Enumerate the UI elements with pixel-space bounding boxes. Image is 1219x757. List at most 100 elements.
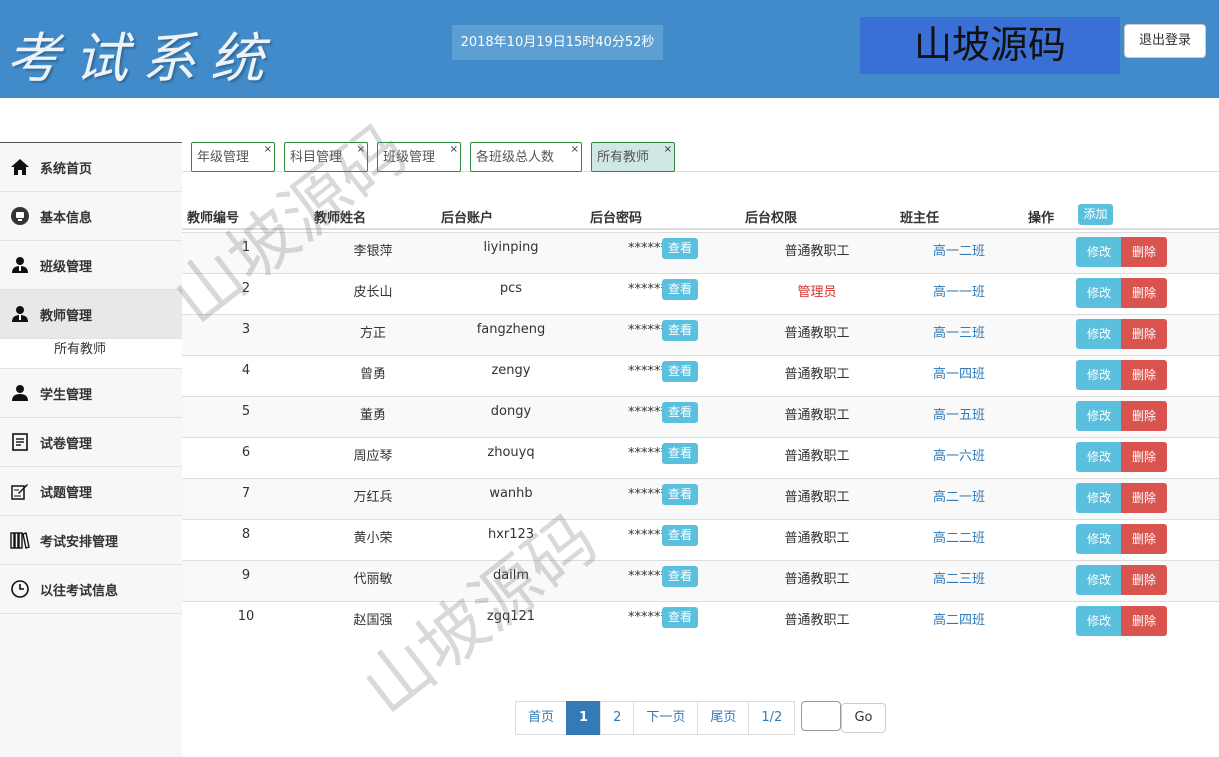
table-row: 10 赵国强 zgq121 ****** 查看 普通教职工 高二四班 修改 删除 [182, 601, 1219, 642]
teacher-id: 6 [241, 445, 251, 460]
view-password-button[interactable]: 查看 [662, 607, 698, 628]
homeroom-class-link[interactable]: 高一三班 [896, 322, 1022, 341]
delete-button[interactable]: 删除 [1121, 442, 1167, 472]
teacher-account: dongy [490, 404, 532, 419]
edit-button[interactable]: 修改 [1076, 360, 1122, 390]
view-password-button[interactable]: 查看 [662, 279, 698, 300]
delete-button[interactable]: 删除 [1121, 278, 1167, 308]
sidebar-item-home[interactable]: 系统首页 [0, 143, 182, 192]
teacher-name: 董勇 [359, 408, 386, 423]
tab-all-teachers[interactable]: 所有教师 × [591, 142, 675, 172]
edit-button[interactable]: 修改 [1076, 442, 1122, 472]
table-header: 教师编号 教师姓名 后台账户 后台密码 后台权限 班主任 操作 添加 [182, 200, 1219, 230]
homeroom-class-link[interactable]: 高一二班 [896, 240, 1022, 259]
current-datetime: 2018年10月19日15时40分52秒 [452, 25, 663, 60]
homeroom-class-link[interactable]: 高二四班 [896, 609, 1022, 628]
sidebar-item-label: 班级管理 [40, 259, 93, 275]
sidebar-item-label: 考试安排管理 [40, 534, 119, 550]
teacher-account: liyinping [483, 240, 539, 255]
homeroom-class-link[interactable]: 高一五班 [896, 404, 1022, 423]
teacher-permission: 管理员 [797, 285, 837, 300]
close-icon[interactable]: × [357, 135, 365, 165]
homeroom-class-link[interactable]: 高一一班 [896, 281, 1022, 300]
close-icon[interactable]: × [571, 135, 579, 165]
view-password-button[interactable]: 查看 [662, 443, 698, 464]
tab-bar: 年级管理 × 科目管理 × 班级管理 × 各班级总人数 × 所有教师 × [182, 142, 1219, 172]
go-button[interactable]: Go [841, 703, 886, 733]
sidebar-item-class-management[interactable]: 班级管理 [0, 241, 182, 290]
teacher-permission: 普通教职工 [784, 572, 850, 587]
teacher-name: 赵国强 [353, 613, 393, 628]
edit-button[interactable]: 修改 [1076, 565, 1122, 595]
logout-button[interactable]: 退出登录 [1124, 24, 1206, 58]
info-icon [10, 206, 30, 226]
view-password-button[interactable]: 查看 [662, 361, 698, 382]
tab-class-management[interactable]: 班级管理 × [377, 142, 461, 172]
close-icon[interactable]: × [264, 135, 272, 165]
teacher-permission: 普通教职工 [784, 490, 850, 505]
edit-button[interactable]: 修改 [1076, 401, 1122, 431]
sidebar-item-paper-management[interactable]: 试卷管理 [0, 418, 182, 467]
sidebar-item-teacher-management[interactable]: 教师管理 [0, 290, 182, 339]
teacher-account: zhouyq [487, 445, 535, 460]
view-password-button[interactable]: 查看 [662, 402, 698, 423]
delete-button[interactable]: 删除 [1121, 565, 1167, 595]
edit-button[interactable]: 修改 [1076, 278, 1122, 308]
edit-button[interactable]: 修改 [1076, 524, 1122, 554]
delete-button[interactable]: 删除 [1121, 483, 1167, 513]
sidebar-item-label: 试题管理 [40, 485, 93, 501]
homeroom-class-link[interactable]: 高二一班 [896, 486, 1022, 505]
view-password-button[interactable]: 查看 [662, 238, 698, 259]
delete-button[interactable]: 删除 [1121, 237, 1167, 267]
homeroom-class-link[interactable]: 高一六班 [896, 445, 1022, 464]
teacher-id: 10 [237, 609, 255, 624]
view-password-button[interactable]: 查看 [662, 525, 698, 546]
edit-button[interactable]: 修改 [1076, 237, 1122, 267]
sidebar-item-label: 以往考试信息 [40, 583, 119, 599]
app-logo: 考试系统 [6, 27, 278, 90]
sidebar-item-basic-info[interactable]: 基本信息 [0, 192, 182, 241]
add-teacher-button[interactable]: 添加 [1078, 204, 1113, 225]
close-icon[interactable]: × [664, 135, 672, 165]
sidebar-item-student-management[interactable]: 学生管理 [0, 369, 182, 418]
column-header-permission: 后台权限 [745, 211, 798, 226]
teacher-id: 7 [241, 486, 251, 501]
homeroom-class-link[interactable]: 高二二班 [896, 527, 1022, 546]
page-1-button[interactable]: 1 [566, 701, 602, 735]
close-icon[interactable]: × [450, 135, 458, 165]
last-page-button[interactable]: 尾页 [697, 701, 750, 735]
edit-button[interactable]: 修改 [1076, 483, 1122, 513]
teacher-name: 周应琴 [353, 449, 393, 464]
view-password-button[interactable]: 查看 [662, 320, 698, 341]
teacher-id: 5 [241, 404, 251, 419]
delete-button[interactable]: 删除 [1121, 319, 1167, 349]
sidebar-item-label: 学生管理 [40, 387, 93, 403]
goto-page-input[interactable] [801, 701, 841, 731]
sidebar-subitem-all-teachers[interactable]: 所有教师 [0, 339, 182, 369]
view-password-button[interactable]: 查看 [662, 566, 698, 587]
next-page-button[interactable]: 下一页 [633, 701, 699, 735]
tab-class-totals[interactable]: 各班级总人数 × [470, 142, 582, 172]
homeroom-class-link[interactable]: 高二三班 [896, 568, 1022, 587]
first-page-button[interactable]: 首页 [515, 701, 568, 735]
edit-button[interactable]: 修改 [1076, 319, 1122, 349]
delete-button[interactable]: 删除 [1121, 524, 1167, 554]
homeroom-class-link[interactable]: 高一四班 [896, 363, 1022, 382]
page-2-button[interactable]: 2 [600, 701, 635, 735]
clock-icon [10, 579, 30, 599]
sidebar-item-exam-schedule[interactable]: 考试安排管理 [0, 516, 182, 565]
teacher-name: 万红兵 [353, 490, 393, 505]
delete-button[interactable]: 删除 [1121, 401, 1167, 431]
edit-icon [10, 481, 30, 501]
delete-button[interactable]: 删除 [1121, 360, 1167, 390]
sidebar-item-past-exams[interactable]: 以往考试信息 [0, 565, 182, 614]
tab-subject-management[interactable]: 科目管理 × [284, 142, 368, 172]
tab-grade-management[interactable]: 年级管理 × [191, 142, 275, 172]
edit-button[interactable]: 修改 [1076, 606, 1122, 636]
view-password-button[interactable]: 查看 [662, 484, 698, 505]
delete-button[interactable]: 删除 [1121, 606, 1167, 636]
table-row: 7 万红兵 wanhb ****** 查看 普通教职工 高二一班 修改 删除 [182, 478, 1219, 519]
table-row: 6 周应琴 zhouyq ****** 查看 普通教职工 高一六班 修改 删除 [182, 437, 1219, 478]
sidebar-item-question-management[interactable]: 试题管理 [0, 467, 182, 516]
tab-label: 科目管理 [290, 150, 343, 165]
